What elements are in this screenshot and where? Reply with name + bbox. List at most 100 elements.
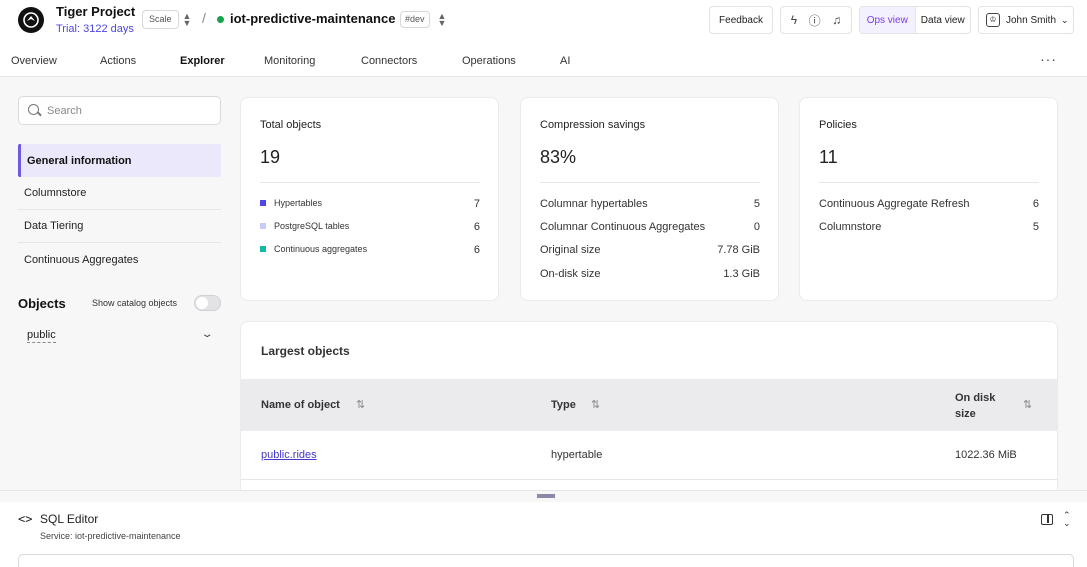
project-name[interactable]: Tiger Project xyxy=(56,4,135,19)
object-name-link[interactable]: public.rides xyxy=(261,449,317,461)
tab-operations[interactable]: Operations xyxy=(462,55,516,67)
stat-value: 6 xyxy=(1032,198,1039,210)
env-badge: #dev xyxy=(400,11,430,28)
table-title: Largest objects xyxy=(261,344,350,358)
stat-row: Hypertables 7 xyxy=(260,198,480,210)
card-value: 11 xyxy=(819,147,838,167)
header-icon-group: ϟ ⓘ ♫ xyxy=(780,6,852,34)
tab-connectors[interactable]: Connectors xyxy=(361,55,417,67)
tiger-logo-icon[interactable] xyxy=(18,7,44,33)
sidebar-item-data-tiering[interactable]: Data Tiering xyxy=(18,210,221,243)
stat-row: Columnar Continuous Aggregates 0 xyxy=(540,221,760,233)
trial-text: Trial: 3122 days xyxy=(56,23,134,35)
tab-overview[interactable]: Overview xyxy=(11,55,57,67)
chevron-down-icon[interactable]: ⌄ xyxy=(200,329,213,340)
sql-editor-input[interactable] xyxy=(18,554,1074,567)
service-name[interactable]: iot-predictive-maintenance xyxy=(230,11,395,26)
compression-savings-card: Compression savings 83% Columnar hyperta… xyxy=(520,97,779,301)
breadcrumb-separator: / xyxy=(202,10,206,26)
stat-row: PostgreSQL tables 6 xyxy=(260,221,480,233)
catalog-toggle[interactable] xyxy=(194,295,221,311)
column-header-size[interactable]: On disk size xyxy=(955,390,1005,422)
stat-label: Columnstore xyxy=(819,221,882,233)
stat-row: Continuous aggregates 6 xyxy=(260,244,480,256)
search-icon xyxy=(28,104,39,115)
user-menu-button[interactable]: ♔ John Smith ⌄ xyxy=(978,6,1074,34)
legend-swatch xyxy=(260,223,266,229)
stat-label: Continuous Aggregate Refresh xyxy=(819,198,970,210)
sort-icon[interactable]: ⇅ xyxy=(356,398,365,411)
chevron-down-icon: ⌄ xyxy=(1061,14,1069,25)
stat-label: Columnar Continuous Aggregates xyxy=(540,221,706,233)
tab-ai[interactable]: AI xyxy=(560,55,570,67)
bell-icon[interactable]: ♫ xyxy=(832,13,841,27)
stat-value: 5 xyxy=(1032,221,1039,233)
stat-row: Columnar hypertables 5 xyxy=(540,198,760,210)
tab-actions[interactable]: Actions xyxy=(100,55,136,67)
user-avatar-icon: ♔ xyxy=(986,13,1000,27)
top-bar: Tiger Project Trial: 3122 days Scale ▲ ▼ … xyxy=(0,0,1087,44)
stat-value: 1.3 GiB xyxy=(723,268,760,280)
more-icon[interactable]: ··· xyxy=(1040,51,1057,67)
divider xyxy=(260,182,480,183)
sidebar-item-columnstore[interactable]: Columnstore xyxy=(18,177,221,210)
table-header: Name of object ⇅ Type ⇅ On disk size ⇅ xyxy=(241,379,1057,431)
data-view-button[interactable]: Data view xyxy=(914,7,971,33)
explorer-main: General information Columnstore Data Tie… xyxy=(0,77,1087,490)
tab-explorer[interactable]: Explorer xyxy=(180,55,225,67)
ops-view-button[interactable]: Ops view xyxy=(860,7,915,33)
divider xyxy=(540,182,760,183)
stat-row: Columnstore 5 xyxy=(819,221,1039,233)
stat-value: 7 xyxy=(473,198,480,210)
feedback-button[interactable]: Feedback xyxy=(709,6,773,34)
view-toggle: Ops view Data view xyxy=(859,6,971,34)
total-objects-card: Total objects 19 Hypertables 7 PostgreSQ… xyxy=(240,97,499,301)
plan-badge: Scale xyxy=(142,10,179,29)
service-status-dot xyxy=(217,16,224,23)
search-box xyxy=(18,96,221,125)
sidebar-item-general-information[interactable]: General information xyxy=(18,144,221,177)
policies-card: Policies 11 Continuous Aggregate Refresh… xyxy=(799,97,1058,301)
objects-title: Objects xyxy=(18,296,66,311)
divider xyxy=(819,182,1039,183)
legend-swatch xyxy=(260,200,266,206)
largest-objects-card: Largest objects Name of object ⇅ Type ⇅ … xyxy=(240,321,1058,490)
object-size: 1022.36 MiB xyxy=(955,449,1017,461)
schema-select[interactable]: public xyxy=(27,329,56,343)
sql-editor-panel: <> SQL Editor Service: iot-predictive-ma… xyxy=(0,502,1087,567)
column-header-name[interactable]: Name of object xyxy=(261,399,340,411)
stat-row: On-disk size 1.3 GiB xyxy=(540,268,760,280)
sort-icon[interactable]: ⇅ xyxy=(591,398,600,411)
search-input[interactable] xyxy=(47,102,212,120)
object-type: hypertable xyxy=(551,449,603,461)
catalog-toggle-label: Show catalog objects xyxy=(92,298,178,308)
code-icon: <> xyxy=(18,512,33,526)
help-icon[interactable]: ⓘ xyxy=(809,12,821,29)
drag-handle-icon[interactable] xyxy=(537,494,555,498)
column-header-type[interactable]: Type xyxy=(551,399,576,411)
sidebar-item-continuous-aggregates[interactable]: Continuous Aggregates xyxy=(18,243,221,276)
lightning-icon[interactable]: ϟ xyxy=(791,13,797,27)
stat-label: Continuous aggregates xyxy=(274,244,368,254)
card-title: Total objects xyxy=(260,119,322,131)
service-switcher-icon[interactable]: ▲ ▼ xyxy=(437,12,447,28)
sidebar-panel-icon[interactable] xyxy=(1041,514,1053,525)
sort-icon[interactable]: ⇅ xyxy=(1023,398,1032,411)
legend-swatch xyxy=(260,246,266,252)
sql-editor-title[interactable]: SQL Editor xyxy=(40,512,98,526)
card-value: 83% xyxy=(540,147,577,167)
stat-label: PostgreSQL tables xyxy=(274,221,350,231)
stat-label: On-disk size xyxy=(540,268,601,280)
nav-tabs: Overview Actions Explorer Monitoring Con… xyxy=(0,48,1087,77)
row-divider xyxy=(241,479,1057,480)
panel-splitter[interactable] xyxy=(0,490,1087,502)
stat-row: Original size 7.78 GiB xyxy=(540,244,760,256)
tab-monitoring[interactable]: Monitoring xyxy=(264,55,315,67)
stat-value: 6 xyxy=(473,221,480,233)
collapse-icon[interactable]: ⌃ ⌄ xyxy=(1063,511,1071,528)
project-switcher-icon[interactable]: ▲ ▼ xyxy=(182,12,192,28)
card-title: Policies xyxy=(819,119,857,131)
card-value: 19 xyxy=(260,147,281,167)
stat-label: Hypertables xyxy=(274,198,323,208)
user-name: John Smith xyxy=(1006,14,1057,26)
